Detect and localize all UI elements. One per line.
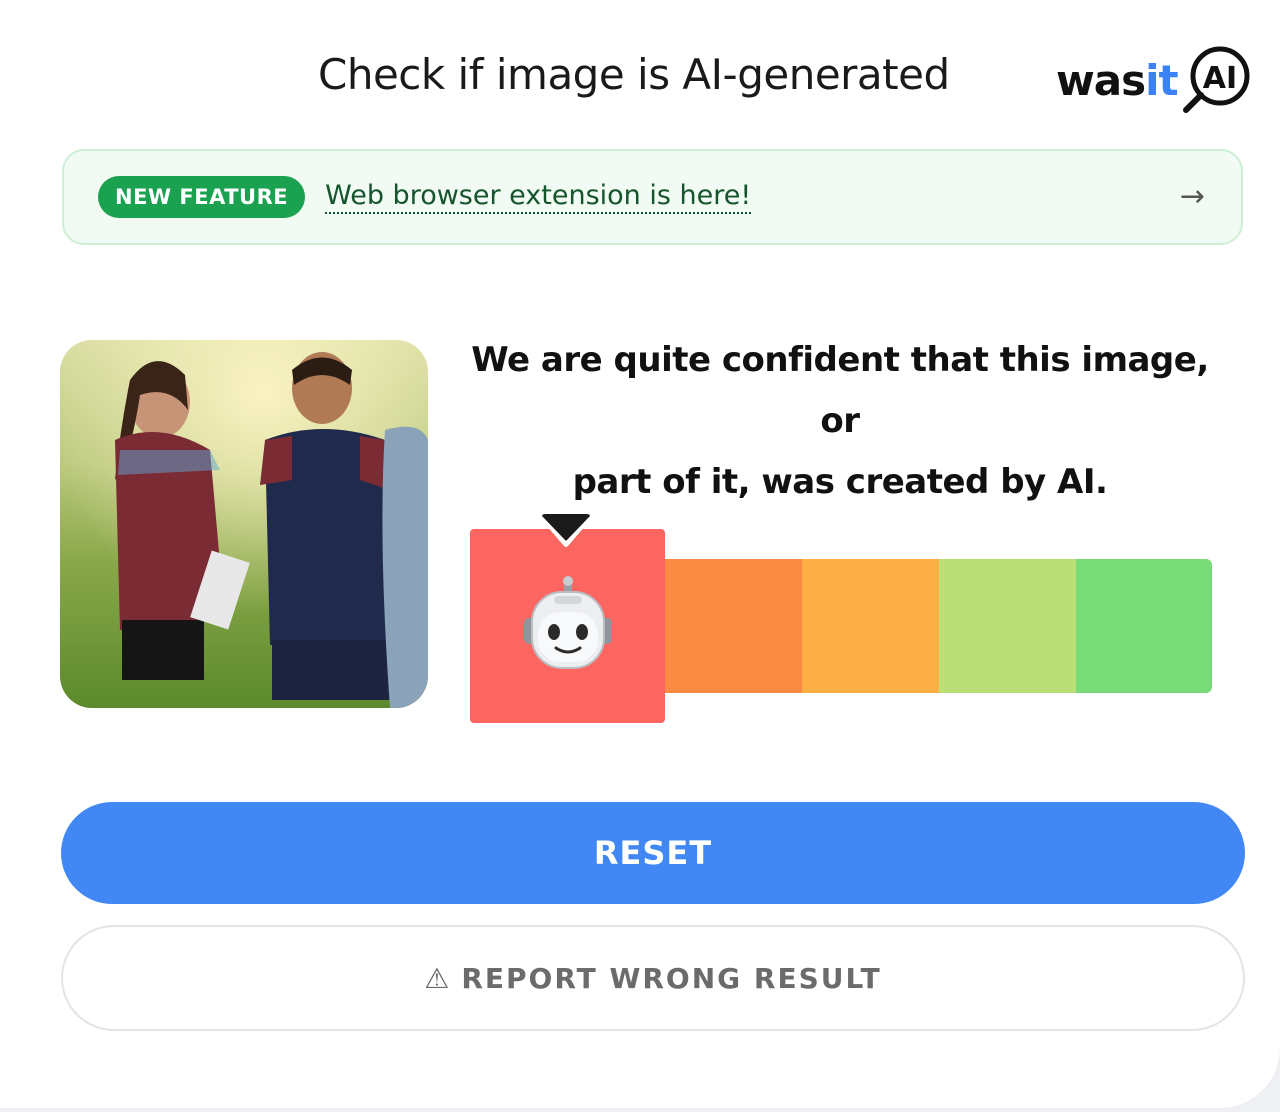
uploaded-image-thumbnail (60, 340, 428, 708)
magnifier-logo-icon: AI (1183, 46, 1250, 113)
uploaded-photo (60, 340, 428, 708)
extension-banner[interactable]: NEW FEATURE Web browser extension is her… (62, 149, 1243, 245)
logo-text-main: was (1056, 55, 1146, 105)
meter-segment-likely-human (939, 559, 1076, 693)
warning-icon: ⚠ (424, 961, 452, 995)
reset-button[interactable]: RESET (61, 802, 1245, 904)
verdict-line-1: We are quite confident that this image, … (471, 340, 1209, 441)
meter-segment-human (1076, 559, 1212, 693)
verdict-line-2: part of it, was created by AI. (572, 462, 1108, 502)
meter-pointer-icon (540, 512, 592, 547)
logo-ai-text: AI (1203, 61, 1237, 96)
confidence-meter (470, 508, 1212, 728)
logo-text-accent: it (1145, 55, 1178, 105)
page-title: Check if image is AI-generated (318, 50, 950, 99)
verdict-text: We are quite confident that this image, … (470, 330, 1210, 513)
result-card: Check if image is AI-generated wasit AI … (0, 0, 1280, 1108)
robot-face-icon (523, 576, 612, 669)
extension-link[interactable]: Web browser extension is here! (325, 180, 752, 214)
report-label: REPORT WRONG RESULT (461, 961, 882, 995)
meter-segment-uncertain (802, 559, 939, 693)
wasitai-logo[interactable]: wasit AI (1056, 40, 1256, 120)
meter-segment-likely-ai (665, 559, 802, 693)
meter-segment-ai (470, 529, 665, 723)
new-feature-badge: NEW FEATURE (98, 176, 306, 218)
report-wrong-result-button[interactable]: ⚠ REPORT WRONG RESULT (61, 925, 1245, 1031)
arrow-right-icon: → (1179, 179, 1205, 214)
